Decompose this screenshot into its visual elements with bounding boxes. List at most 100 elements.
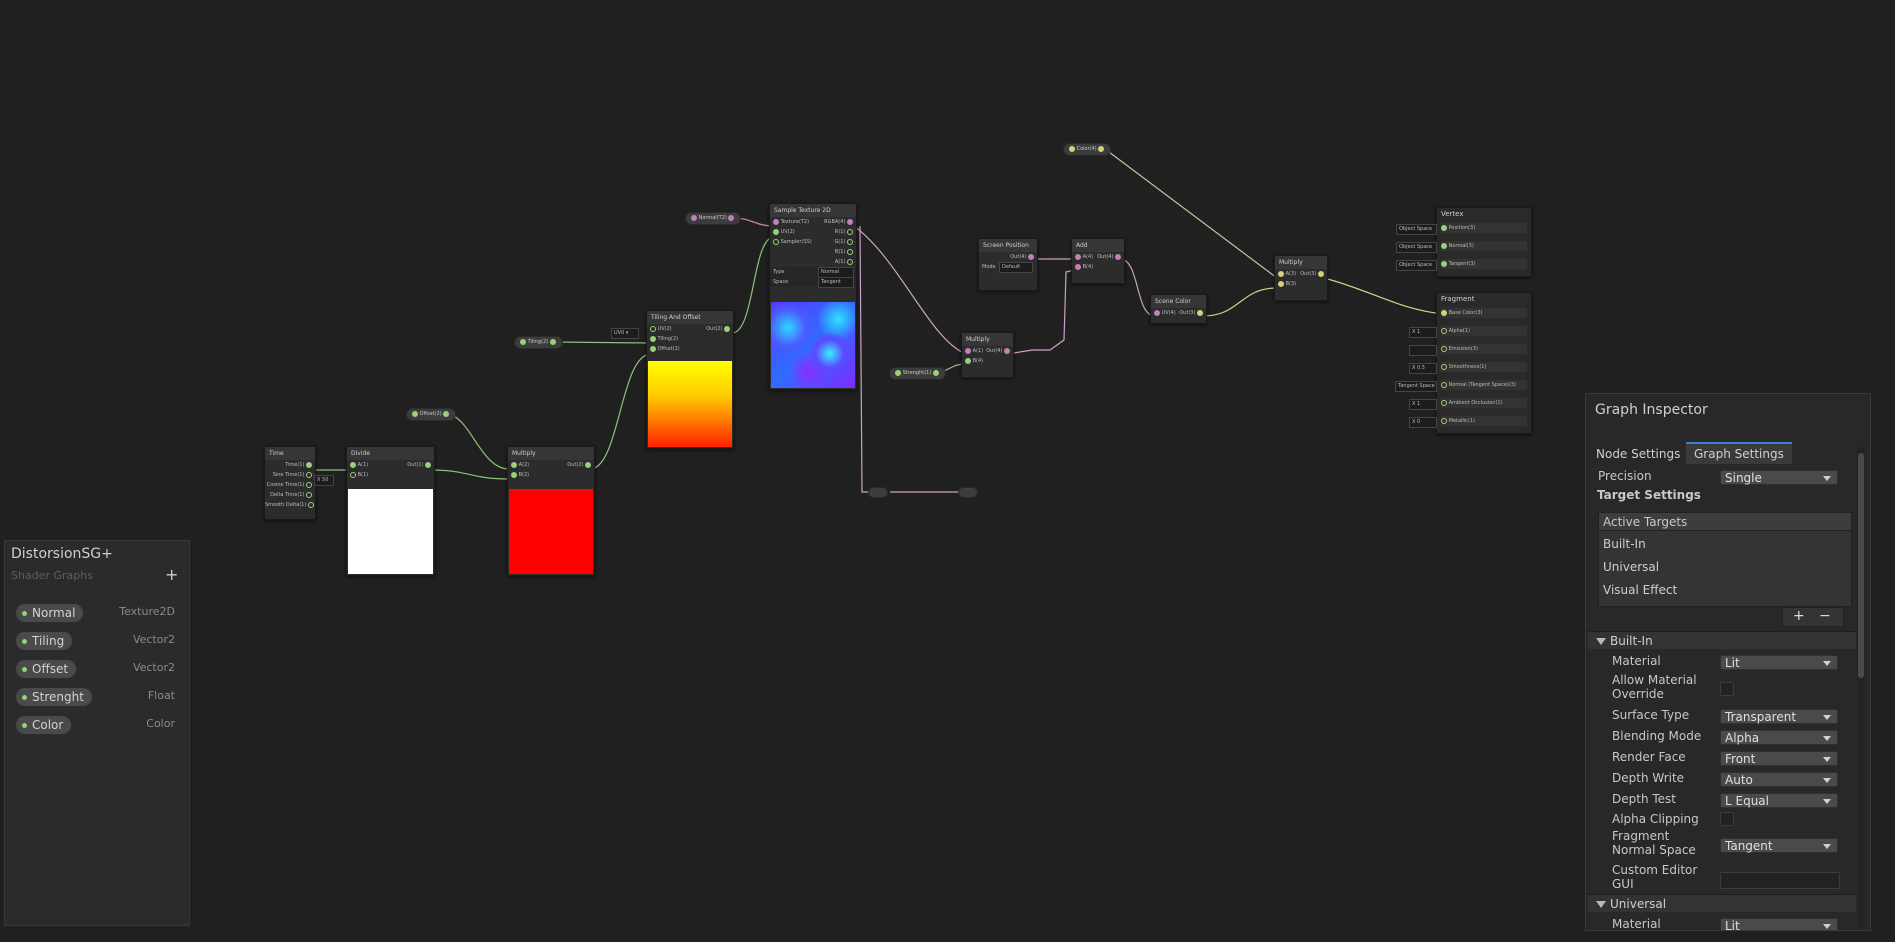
port-label: Tangent(3): [1448, 261, 1476, 267]
universal-material-label: Material: [1612, 917, 1661, 931]
metallic-field[interactable]: X 0: [1409, 417, 1437, 428]
wire-tiling-sample[interactable]: [731, 236, 775, 334]
target-item[interactable]: Universal: [1603, 560, 1659, 574]
target-list-footer: + −: [1782, 607, 1844, 627]
property-pill[interactable]: Color: [15, 715, 73, 735]
scroll-thumb[interactable]: [1858, 453, 1864, 678]
depth-write-dropdown[interactable]: Auto: [1720, 772, 1838, 787]
port-label: Smooth Delta(1): [265, 502, 307, 508]
graph-prop-strenght[interactable]: Strenght(1): [889, 367, 946, 380]
graph-prop-tiling[interactable]: Tiling(2): [514, 336, 563, 349]
graph-inspector[interactable]: Graph Inspector Node Settings Graph Sett…: [1585, 393, 1871, 931]
sample-texture-node[interactable]: Sample Texture 2D Texture(T2) RGBA(4) UV(…: [769, 203, 857, 390]
remove-target-button[interactable]: −: [1819, 608, 1831, 624]
universal-material-dropdown[interactable]: Lit: [1720, 918, 1838, 930]
wire-divide-multiply[interactable]: [429, 469, 510, 480]
target-item[interactable]: Built-In: [1603, 537, 1646, 551]
graph-prop-offset[interactable]: Offset(2): [406, 408, 457, 421]
add-property-button[interactable]: +: [165, 565, 178, 584]
vertex-context[interactable]: Vertex Position(3) Normal(3) Tangent(3): [1436, 207, 1532, 277]
wire-multiply-basecolor[interactable]: [1323, 277, 1445, 315]
custom-editor-field[interactable]: [1720, 872, 1840, 889]
time-node[interactable]: Time Time(1) Sine Time(1) Cosine Time(1)…: [264, 446, 316, 520]
mode-dropdown[interactable]: Default: [999, 262, 1033, 273]
wire-tilingprop-tiling[interactable]: [552, 341, 652, 344]
port-label: Position(3): [1448, 225, 1476, 231]
allow-override-checkbox[interactable]: [1720, 682, 1734, 696]
wire-sample-multiply[interactable]: [853, 225, 967, 355]
property-row-normal[interactable]: Normal Texture2D: [5, 602, 189, 624]
port-label: B(4): [1082, 264, 1094, 270]
property-row-tiling[interactable]: Tiling Vector2: [5, 630, 189, 652]
graph-prop-color[interactable]: Color(4): [1063, 143, 1112, 156]
tab-graph-settings[interactable]: Graph Settings: [1686, 442, 1792, 464]
active-targets-list[interactable]: Active Targets Built-In Universal Visual…: [1598, 512, 1852, 607]
add-target-button[interactable]: +: [1793, 608, 1805, 624]
multiply-node-2[interactable]: Multiply A(1) Out(4) B(4): [961, 332, 1014, 378]
depth-test-label: Depth Test: [1612, 792, 1676, 806]
fragment-normal-space-dropdown[interactable]: Tangent: [1720, 838, 1838, 853]
property-pill[interactable]: Tiling: [15, 631, 74, 651]
wire-scene-multiply[interactable]: [1202, 287, 1278, 317]
node-title: Multiply: [962, 333, 1013, 346]
property-pill[interactable]: Strenght: [15, 687, 93, 707]
alpha-field[interactable]: X 1: [1409, 327, 1437, 338]
multiply-node-1[interactable]: Multiply A(2) Out(2) B(2): [507, 446, 595, 576]
multiply-node-3[interactable]: Multiply A(3) Out(3) B(3): [1274, 255, 1328, 301]
screen-position-node[interactable]: Screen Position Out(4) Mode Default: [978, 238, 1038, 291]
blackboard-panel[interactable]: DistorsionSG+ Shader Graphs + Normal Tex…: [4, 540, 190, 926]
alpha-clipping-checkbox[interactable]: [1720, 812, 1734, 826]
blackboard-title: DistorsionSG+: [11, 546, 113, 562]
wire-multiply-tiling[interactable]: [589, 353, 652, 470]
vertex-normal-space[interactable]: Object Space: [1396, 242, 1437, 253]
property-row-color[interactable]: Color Color: [5, 714, 189, 736]
blending-mode-dropdown[interactable]: Alpha: [1720, 730, 1838, 745]
wire-offset-multiply[interactable]: [445, 413, 510, 470]
property-type: Color: [146, 717, 175, 730]
tiling-uv-dropdown[interactable]: UV0 ▾: [611, 328, 639, 339]
port-label: UV(2): [657, 326, 672, 332]
render-face-dropdown[interactable]: Front: [1720, 751, 1838, 766]
tab-node-settings[interactable]: Node Settings: [1588, 444, 1688, 464]
active-targets-header: Active Targets: [1599, 513, 1851, 531]
precision-dropdown[interactable]: Single: [1720, 470, 1838, 485]
add-node[interactable]: Add A(4) Out(4) B(4): [1071, 238, 1125, 284]
surface-type-dropdown[interactable]: Transparent: [1720, 709, 1838, 724]
smoothness-field[interactable]: X 0.5: [1409, 363, 1437, 374]
space-dropdown[interactable]: Tangent: [818, 277, 854, 288]
graph-prop-normal[interactable]: Normal(T2): [685, 212, 742, 225]
precision-label: Precision: [1598, 469, 1652, 483]
target-item[interactable]: Visual Effect: [1603, 583, 1677, 597]
port-label: Delta Time(1): [270, 492, 305, 498]
builtin-section-header[interactable]: Built-In: [1588, 631, 1856, 649]
port-label: B(1): [357, 472, 369, 478]
property-row-offset[interactable]: Offset Vector2: [5, 658, 189, 680]
redirect-node-1[interactable]: [868, 487, 888, 498]
divide-b-field[interactable]: X 50: [314, 475, 334, 486]
universal-section-header[interactable]: Universal: [1588, 894, 1856, 912]
divide-preview: [348, 489, 433, 574]
property-pill[interactable]: Offset: [15, 659, 78, 679]
scene-color-node[interactable]: Scene Color UV(4) Out(3): [1150, 294, 1207, 324]
wire-sample-redirect[interactable]: [859, 225, 872, 493]
depth-test-dropdown[interactable]: L Equal: [1720, 793, 1838, 808]
wire-color-multiply[interactable]: [1104, 148, 1278, 279]
vertex-tangent-space[interactable]: Object Space: [1396, 260, 1437, 271]
property-row-strenght[interactable]: Strenght Float: [5, 686, 189, 708]
inspector-scrollbar[interactable]: [1857, 447, 1865, 927]
tiling-offset-node[interactable]: Tiling And Offset UV(2) Out(2) Tiling(2) …: [646, 310, 734, 449]
fragment-context[interactable]: Fragment Base Color(3) Alpha(1) Emission…: [1436, 292, 1532, 434]
ambient-occlusion-field[interactable]: X 1: [1409, 399, 1437, 410]
emission-field[interactable]: [1409, 345, 1437, 356]
material-dropdown[interactable]: Lit: [1720, 655, 1838, 670]
property-pill[interactable]: Normal: [15, 603, 85, 623]
divide-node[interactable]: Divide A(1) Out(1) B(1): [346, 446, 435, 576]
property-type: Vector2: [132, 633, 175, 646]
port-label: Time(1): [285, 462, 305, 468]
port-label: UV(4): [1161, 310, 1176, 316]
normal-space-field[interactable]: Tangent Space: [1395, 381, 1437, 392]
vertex-position-space[interactable]: Object Space: [1396, 224, 1437, 235]
alpha-clipping-label: Alpha Clipping: [1612, 812, 1699, 826]
port-label: RGBA(4): [824, 219, 846, 225]
redirect-node-2[interactable]: [958, 487, 978, 498]
